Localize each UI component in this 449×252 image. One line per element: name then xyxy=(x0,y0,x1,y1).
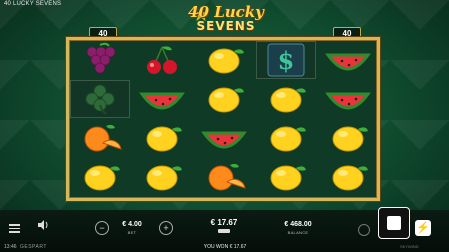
win-value: € 17.67 xyxy=(210,218,238,227)
bet-decrease-button[interactable]: − xyxy=(95,221,109,235)
lemon-symbol xyxy=(256,119,316,157)
win-indicator xyxy=(218,229,230,233)
watermelon-symbol xyxy=(318,41,378,79)
watermelon-symbol xyxy=(318,80,378,118)
lemon-symbol xyxy=(132,158,192,196)
sound-icon[interactable] xyxy=(37,220,49,233)
balance-label: BALANCE xyxy=(287,230,309,235)
lemon-symbol xyxy=(194,80,254,118)
menu-icon[interactable] xyxy=(9,222,20,235)
bet-value: € 4.00 xyxy=(122,221,142,228)
orange-symbol xyxy=(194,158,254,196)
autoplay-icon[interactable] xyxy=(358,224,370,236)
spin-button[interactable] xyxy=(378,207,410,239)
lemon-symbol xyxy=(194,41,254,79)
bet-increase-button[interactable]: + xyxy=(159,221,173,235)
brand-label: GESPART xyxy=(20,244,47,250)
watermelon-symbol xyxy=(194,119,254,157)
lemon-symbol xyxy=(132,119,192,157)
dollar-symbol: $ xyxy=(256,41,316,79)
win-message: YOU WON € 17.67 xyxy=(203,244,247,250)
orange-symbol xyxy=(70,119,130,157)
lemon-symbol xyxy=(70,158,130,196)
stop-icon xyxy=(387,216,401,230)
bet-label: BET xyxy=(127,230,137,235)
grapes-symbol xyxy=(70,41,130,79)
lemon-symbol xyxy=(318,119,378,157)
game-logo: ★ 40 Lucky SEVENS xyxy=(178,3,274,35)
clover-symbol xyxy=(70,80,130,118)
game-title: 40 LUCKY SEVENS xyxy=(4,1,62,7)
provider-label: SKYWIND xyxy=(400,244,419,249)
svg-text:$: $ xyxy=(278,46,295,75)
reel-grid: $ xyxy=(70,41,376,197)
cherry-symbol xyxy=(132,41,192,79)
watermelon-symbol xyxy=(132,80,192,118)
logo-line2: SEVENS xyxy=(196,19,256,33)
turbo-button[interactable]: ⚡ xyxy=(415,220,431,236)
lemon-symbol xyxy=(256,158,316,196)
balance-value: € 468.00 xyxy=(284,221,312,228)
lemon-symbol xyxy=(256,80,316,118)
clock: 13:46 xyxy=(4,244,17,250)
lemon-symbol xyxy=(318,158,378,196)
